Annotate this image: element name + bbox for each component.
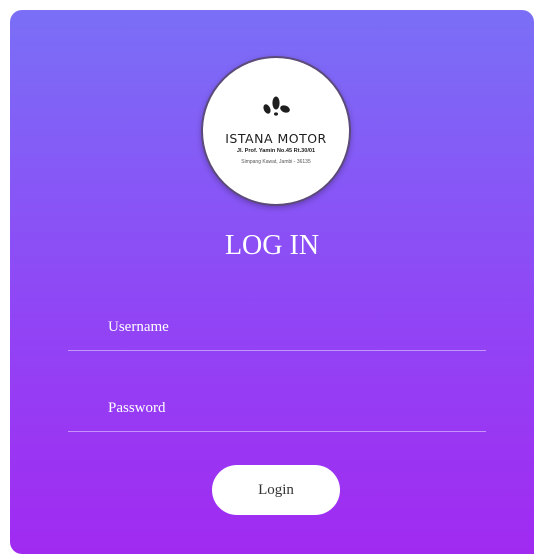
drops-logo-icon [263,96,290,116]
logo-address-line2: Simpang Kawat, Jambi - 36135 [241,159,311,165]
login-button[interactable]: Login [212,465,340,515]
password-input[interactable] [108,397,468,419]
logo-name: ISTANA MOTOR [225,131,327,146]
username-input[interactable] [108,316,468,338]
logo-address-line1: Jl. Prof. Yamin No.45 Rt.30/01 [236,148,316,154]
username-field [68,310,486,351]
page-title: LOG IN [224,230,320,261]
password-field [68,391,486,432]
login-card: ISTANA MOTOR Jl. Prof. Yamin No.45 Rt.30… [10,10,534,554]
logo: ISTANA MOTOR Jl. Prof. Yamin No.45 Rt.30… [201,56,351,206]
